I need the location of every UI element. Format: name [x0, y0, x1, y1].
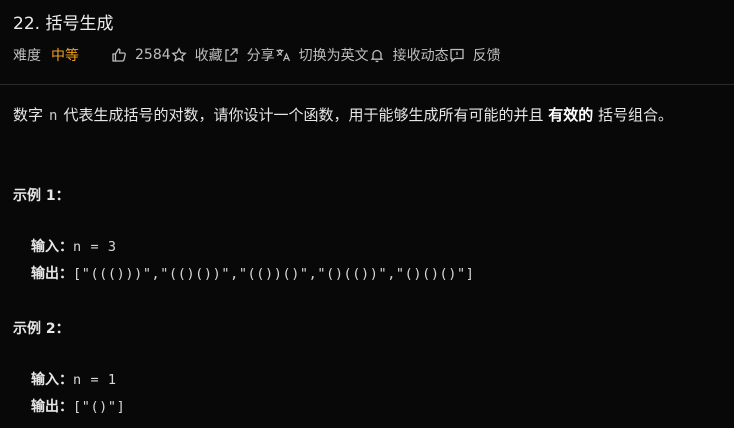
problem-meta-bar: 难度 中等 2584 收藏 分享 切换为英文 接收动态 反馈 — [13, 44, 501, 66]
share-button[interactable]: 分享 — [223, 45, 275, 65]
translate-icon — [275, 47, 291, 63]
feedback-label: 反馈 — [472, 48, 501, 64]
example-1-input-label: 输入： — [31, 239, 73, 255]
collect-label: 收藏 — [194, 48, 223, 64]
feedback-icon — [449, 47, 465, 63]
difficulty-label: 难度 — [13, 48, 41, 64]
like-button[interactable]: 2584 — [111, 47, 171, 63]
difficulty-badge: 中等 — [51, 48, 79, 64]
switch-language-label: 切换为英文 — [298, 48, 369, 64]
example-2-title: 示例 2： — [13, 321, 70, 337]
share-icon — [223, 47, 239, 63]
example-2-input-label: 输入： — [31, 372, 73, 388]
description-text-1: 数字 — [13, 106, 44, 124]
star-icon — [170, 47, 187, 63]
thumbs-up-icon — [111, 47, 127, 63]
bell-icon — [369, 47, 385, 63]
collect-button[interactable]: 收藏 — [170, 45, 223, 65]
example-2-input: 输入：n = 1 — [31, 369, 117, 389]
example-1-title: 示例 1： — [13, 188, 70, 204]
subscribe-label: 接收动态 — [392, 48, 449, 64]
description-text-3: 括号组合。 — [598, 106, 674, 124]
like-count: 2584 — [135, 47, 171, 63]
example-1-input: 输入：n = 3 — [31, 236, 117, 256]
example-1-output-value: ["((()))","(()())","(())()","()(())","()… — [73, 266, 475, 282]
header-divider — [0, 84, 734, 85]
example-1-input-value: n = 3 — [73, 239, 117, 255]
switch-language-button[interactable]: 切换为英文 — [275, 45, 369, 65]
problem-page: 22. 括号生成 难度 中等 2584 收藏 分享 切换为英文 接收动态 反馈 … — [0, 0, 734, 428]
example-1-output: 输出：["((()))","(()())","(())()","()(())",… — [31, 263, 474, 283]
feedback-button[interactable]: 反馈 — [449, 45, 501, 65]
example-2-output-label: 输出： — [31, 399, 73, 415]
description-bold: 有效的 — [548, 106, 594, 124]
example-2-input-value: n = 1 — [73, 372, 117, 388]
example-1-output-label: 输出： — [31, 266, 73, 282]
problem-description: 数字 n 代表生成括号的对数，请你设计一个函数，用于能够生成所有可能的并且 有效的 … — [13, 104, 673, 125]
description-text-2: 代表生成括号的对数，请你设计一个函数，用于能够生成所有可能的并且 — [63, 106, 544, 124]
share-label: 分享 — [246, 48, 275, 64]
example-2-output: 输出：["()"] — [31, 396, 125, 416]
problem-title: 22. 括号生成 — [13, 14, 114, 34]
subscribe-button[interactable]: 接收动态 — [369, 45, 449, 65]
inline-code: n — [49, 108, 58, 124]
example-2-output-value: ["()"] — [73, 399, 126, 415]
